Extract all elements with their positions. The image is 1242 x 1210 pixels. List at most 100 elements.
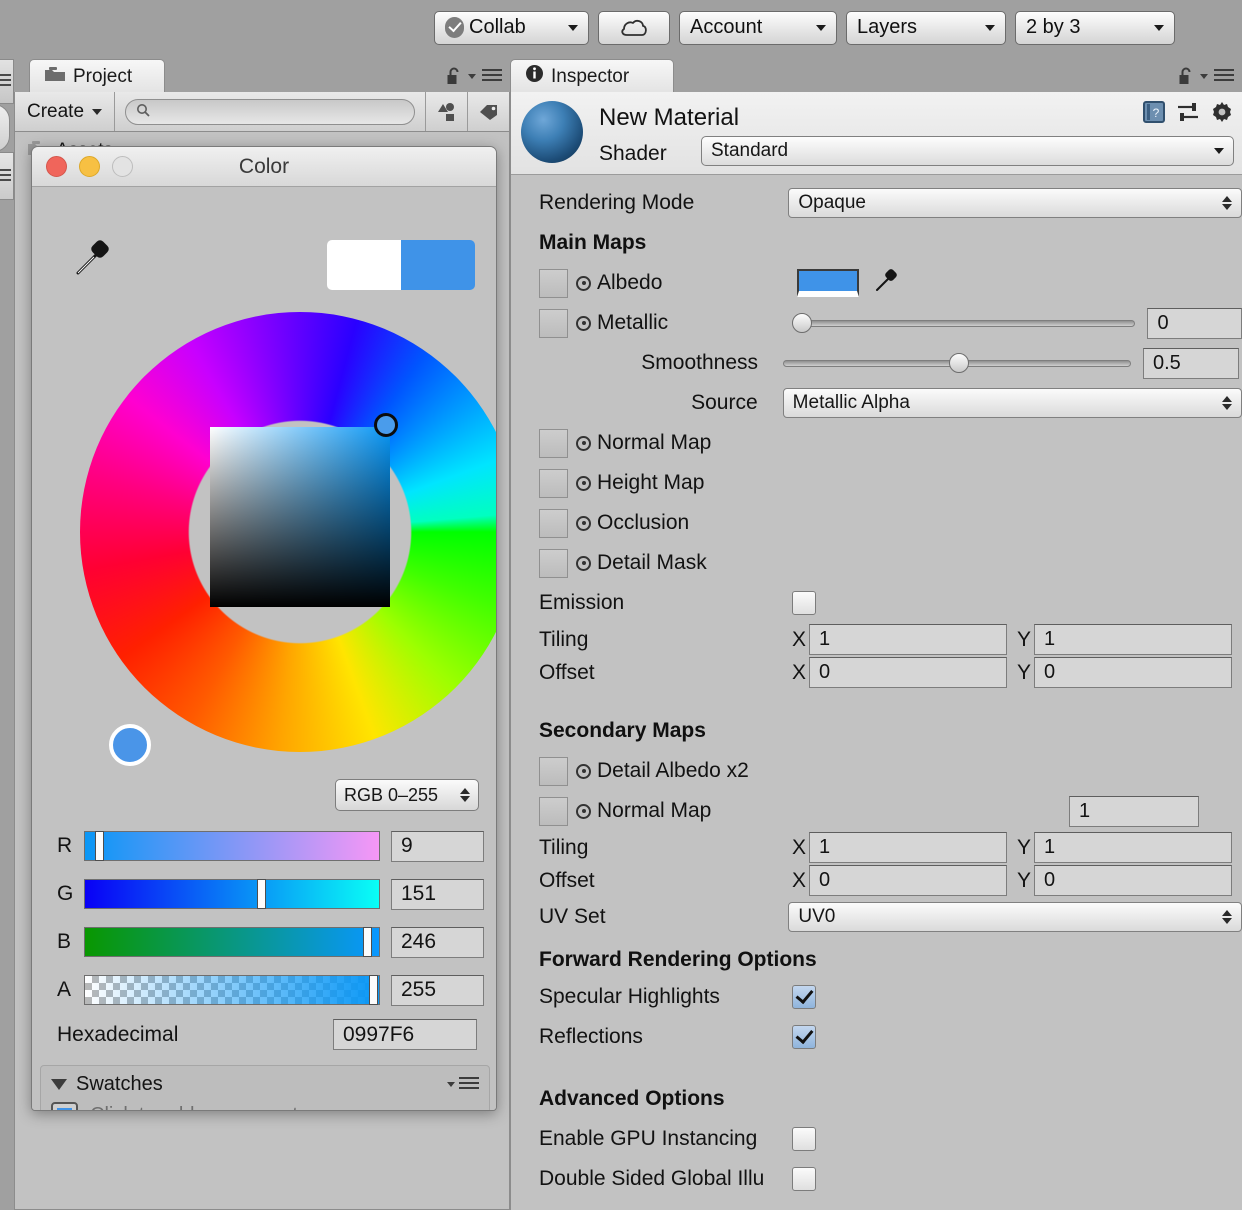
metallic-value[interactable]: 0 xyxy=(1147,307,1242,339)
swatches-header[interactable]: Swatches xyxy=(41,1066,489,1102)
detail-albedo-row: Detail Albedo x2 xyxy=(511,751,1242,791)
albedo-texture-slot[interactable] xyxy=(539,268,568,298)
channel-slider-a[interactable] xyxy=(84,975,380,1005)
chevron-down-icon[interactable] xyxy=(51,1078,67,1090)
specular-highlights-checkbox[interactable] xyxy=(792,985,816,1009)
main-offset-x[interactable]: 0 xyxy=(809,657,1007,688)
detail-mask-toggle-icon[interactable] xyxy=(576,555,591,571)
eyedropper-icon[interactable] xyxy=(70,237,114,286)
collab-button[interactable]: Collab xyxy=(434,10,589,45)
source-dropdown[interactable]: Metallic Alpha xyxy=(782,388,1242,418)
emission-checkbox[interactable] xyxy=(792,591,816,615)
occlusion-toggle-icon[interactable] xyxy=(576,515,591,531)
secondary-offset-y[interactable]: 0 xyxy=(1034,865,1232,896)
main-tiling-y-label: Y xyxy=(1017,627,1032,651)
channel-knob[interactable] xyxy=(368,975,378,1005)
normal-map-texture-slot[interactable] xyxy=(539,428,568,458)
metallic-toggle-icon[interactable] xyxy=(576,315,591,331)
search-input[interactable] xyxy=(125,98,415,125)
albedo-toggle-icon[interactable] xyxy=(576,275,591,291)
detail-albedo-texture-slot[interactable] xyxy=(539,756,568,786)
height-map-texture-slot[interactable] xyxy=(539,468,568,498)
channel-slider-g[interactable] xyxy=(84,879,380,909)
chevron-down-icon xyxy=(1214,148,1224,154)
swatch-menu-icon[interactable] xyxy=(447,1076,479,1092)
channel-knob[interactable] xyxy=(95,831,105,861)
eyedropper-icon[interactable] xyxy=(873,268,899,299)
uv-set-dropdown[interactable]: UV0 xyxy=(788,902,1242,932)
rendering-mode-dropdown[interactable]: Opaque xyxy=(788,188,1242,218)
tab-inspector[interactable]: Inspector xyxy=(510,59,674,93)
panel-menu-icon[interactable] xyxy=(1214,68,1234,84)
channel-slider-r[interactable] xyxy=(84,831,380,861)
shader-dropdown[interactable]: Standard xyxy=(701,136,1234,166)
channel-value-r[interactable]: 9 xyxy=(391,830,484,862)
chevron-down-icon[interactable] xyxy=(1200,73,1208,79)
smoothness-slider-knob[interactable] xyxy=(949,352,969,373)
main-offset-x-label: X xyxy=(792,660,807,684)
tab-project[interactable]: Project xyxy=(29,59,165,93)
create-button[interactable]: Create xyxy=(15,92,116,131)
sv-marker[interactable] xyxy=(374,413,398,437)
secondary-normal-toggle-icon[interactable] xyxy=(576,803,591,819)
filter-by-label-icon[interactable] xyxy=(467,92,509,131)
saturation-value-square[interactable] xyxy=(210,427,390,607)
secondary-tiling-y[interactable]: 1 xyxy=(1034,832,1232,863)
smoothness-slider[interactable] xyxy=(783,352,1131,373)
channel-value-b[interactable]: 246 xyxy=(391,926,484,958)
channel-value-a[interactable]: 255 xyxy=(391,974,484,1006)
albedo-color-swatch[interactable] xyxy=(797,269,859,297)
metallic-slider[interactable] xyxy=(791,312,1136,333)
metallic-texture-slot[interactable] xyxy=(539,308,568,338)
hue-marker[interactable] xyxy=(109,724,151,766)
detail-albedo-toggle-icon[interactable] xyxy=(576,763,591,779)
height-map-toggle-icon[interactable] xyxy=(576,475,591,491)
add-preset-chip[interactable] xyxy=(51,1102,78,1110)
normal-map-toggle-icon[interactable] xyxy=(576,435,591,451)
left-panel-stub-top[interactable] xyxy=(0,59,14,104)
hexadecimal-input[interactable]: 0997F6 xyxy=(333,1019,477,1050)
double-sided-gi-checkbox[interactable] xyxy=(792,1167,816,1191)
occlusion-texture-slot[interactable] xyxy=(539,508,568,538)
channel-slider-b[interactable] xyxy=(84,927,380,957)
left-panel-stub-bottom[interactable] xyxy=(0,152,14,200)
gear-icon[interactable] xyxy=(1210,100,1234,129)
advanced-options-title: Advanced Options xyxy=(539,1087,725,1110)
channel-value-g[interactable]: 151 xyxy=(391,878,484,910)
panel-menu-icon[interactable] xyxy=(482,68,502,84)
layers-button[interactable]: Layers xyxy=(846,10,1006,45)
channel-knob[interactable] xyxy=(362,927,372,957)
panel-menu-icon xyxy=(0,169,11,181)
preset-icon[interactable] xyxy=(1176,100,1200,129)
color-preview-swatch[interactable] xyxy=(327,240,475,290)
layout-button[interactable]: 2 by 3 xyxy=(1015,10,1175,45)
shader-label: Shader xyxy=(599,142,667,165)
secondary-normal-texture-slot[interactable] xyxy=(539,796,568,826)
channel-gradient xyxy=(85,832,379,860)
main-tiling-x[interactable]: 1 xyxy=(809,624,1007,655)
reflections-checkbox[interactable] xyxy=(792,1025,816,1049)
lock-open-icon[interactable] xyxy=(1178,66,1194,86)
secondary-tiling-x[interactable]: 1 xyxy=(809,832,1007,863)
lock-open-icon[interactable] xyxy=(446,66,462,86)
detail-mask-texture-slot[interactable] xyxy=(539,548,568,578)
cloud-button[interactable] xyxy=(598,10,670,45)
secondary-normal-value[interactable]: 1 xyxy=(1069,795,1199,827)
channel-label: B xyxy=(57,930,72,953)
chevron-down-icon[interactable] xyxy=(468,73,476,79)
smoothness-value[interactable]: 0.5 xyxy=(1143,347,1239,379)
filter-by-type-icon[interactable] xyxy=(425,92,467,131)
account-button[interactable]: Account xyxy=(679,10,837,45)
main-maps-title: Main Maps xyxy=(539,231,647,254)
hexadecimal-row: Hexadecimal 0997F6 xyxy=(57,1019,477,1050)
help-book-icon[interactable]: ? xyxy=(1142,100,1166,129)
left-panel-stub-mid[interactable] xyxy=(0,104,10,152)
secondary-offset-x[interactable]: 0 xyxy=(809,865,1007,896)
main-offset-y[interactable]: 0 xyxy=(1034,657,1232,688)
inspector-header: New Material Shader Standard ? xyxy=(511,92,1242,175)
gpu-instancing-checkbox[interactable] xyxy=(792,1127,816,1151)
channel-knob[interactable] xyxy=(256,879,266,909)
color-mode-dropdown[interactable]: RGB 0–255 xyxy=(335,779,479,811)
metallic-slider-knob[interactable] xyxy=(791,312,812,333)
main-tiling-y[interactable]: 1 xyxy=(1034,624,1232,655)
